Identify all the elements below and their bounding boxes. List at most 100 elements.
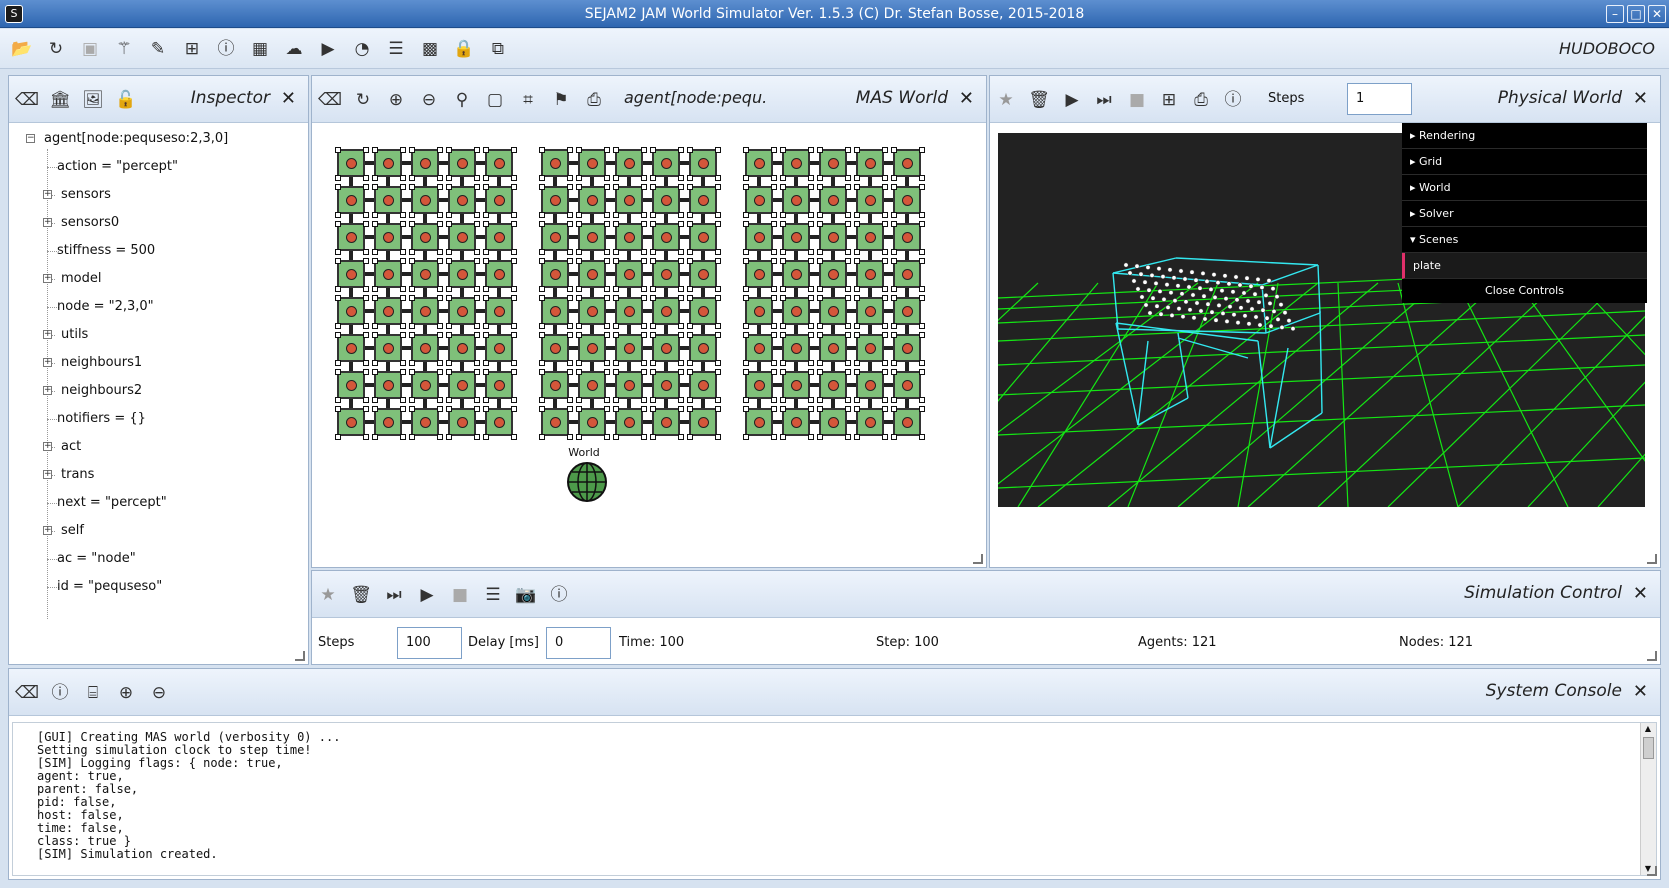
agent-node[interactable] xyxy=(539,147,573,181)
agent-node[interactable] xyxy=(743,184,777,218)
agent-node[interactable] xyxy=(743,369,777,403)
agent-node[interactable] xyxy=(687,147,721,181)
agent-node[interactable] xyxy=(780,221,814,255)
agent-node[interactable] xyxy=(650,406,684,440)
agent-node[interactable] xyxy=(372,295,406,329)
agent-node[interactable] xyxy=(613,369,647,403)
agent-node[interactable] xyxy=(335,406,369,440)
stop-icon[interactable]: ■ xyxy=(1125,88,1149,112)
agent-node[interactable] xyxy=(817,369,851,403)
agent-node[interactable] xyxy=(687,406,721,440)
agent-node[interactable] xyxy=(613,258,647,292)
expand-icon[interactable]: + xyxy=(43,442,52,451)
trash-icon[interactable]: 🗑 xyxy=(349,583,373,607)
cloud-icon[interactable]: ☁ xyxy=(281,37,307,61)
agent-node[interactable] xyxy=(650,184,684,218)
controls-folder[interactable]: ▸ Rendering xyxy=(1402,123,1647,149)
trash-icon[interactable]: 🗑 xyxy=(1027,88,1051,112)
play-icon[interactable]: ▶ xyxy=(415,583,439,607)
open-folder-icon[interactable]: 📂 xyxy=(9,37,35,61)
agent-node[interactable] xyxy=(483,147,517,181)
agent-node[interactable] xyxy=(372,221,406,255)
agent-node[interactable] xyxy=(891,369,925,403)
play-icon[interactable]: ▶ xyxy=(1060,88,1084,112)
resize-handle[interactable] xyxy=(973,554,983,564)
tree-root[interactable]: agent[node:pequseso:2,3,0] xyxy=(44,131,228,146)
agent-node[interactable] xyxy=(446,332,480,366)
world-globe-icon[interactable] xyxy=(566,461,608,503)
agent-node[interactable] xyxy=(576,258,610,292)
agent-node[interactable] xyxy=(409,147,443,181)
unlock-icon[interactable]: 🔓 xyxy=(114,88,138,112)
save-icon[interactable]: ▣ xyxy=(77,37,103,61)
agent-node[interactable] xyxy=(817,295,851,329)
magic-wand-icon[interactable]: ⚚ xyxy=(111,37,137,61)
agent-node[interactable] xyxy=(743,258,777,292)
pie-chart-icon[interactable]: ◔ xyxy=(349,37,375,61)
agent-node[interactable] xyxy=(446,147,480,181)
agent-node[interactable] xyxy=(409,295,443,329)
scroll-up-icon[interactable]: ▲ xyxy=(1643,725,1653,733)
agent-node[interactable] xyxy=(372,332,406,366)
scene-item-plate[interactable]: plate xyxy=(1402,253,1647,279)
tree-item[interactable]: neighbours1 xyxy=(61,355,142,370)
agent-node[interactable] xyxy=(409,332,443,366)
expand-icon[interactable]: + xyxy=(43,330,52,339)
agent-node[interactable] xyxy=(687,258,721,292)
agent-node[interactable] xyxy=(613,406,647,440)
star-icon[interactable]: ★ xyxy=(316,583,340,607)
star-icon[interactable]: ★ xyxy=(994,88,1018,112)
tree-item[interactable]: model xyxy=(61,271,101,286)
minimize-button[interactable]: – xyxy=(1606,5,1624,23)
reload-icon[interactable]: ↻ xyxy=(43,37,69,61)
agent-node[interactable] xyxy=(539,184,573,218)
tree-item[interactable]: self xyxy=(61,523,84,538)
agent-node[interactable] xyxy=(539,406,573,440)
sim-steps-input[interactable]: 100 xyxy=(397,627,462,659)
agent-node[interactable] xyxy=(372,369,406,403)
agent-node[interactable] xyxy=(780,184,814,218)
agent-node[interactable] xyxy=(743,295,777,329)
inspector-close-icon[interactable]: ✕ xyxy=(281,88,296,109)
eraser-icon[interactable]: ⌫ xyxy=(318,88,342,112)
agent-node[interactable] xyxy=(780,258,814,292)
agent-node[interactable] xyxy=(483,221,517,255)
simulation-control-close-icon[interactable]: ✕ xyxy=(1633,583,1648,604)
agent-node[interactable] xyxy=(743,147,777,181)
agent-node[interactable] xyxy=(743,332,777,366)
agent-node[interactable] xyxy=(335,147,369,181)
system-console-close-icon[interactable]: ✕ xyxy=(1633,681,1648,702)
agent-node[interactable] xyxy=(817,332,851,366)
tree-item[interactable]: node = "2,3,0" xyxy=(57,299,154,314)
agent-node[interactable] xyxy=(891,221,925,255)
refresh-icon[interactable]: ↻ xyxy=(351,88,375,112)
agent-node[interactable] xyxy=(539,369,573,403)
bank-icon[interactable]: 🏛 xyxy=(48,88,72,112)
agent-node[interactable] xyxy=(817,184,851,218)
agent-node[interactable] xyxy=(483,332,517,366)
agent-node[interactable] xyxy=(780,369,814,403)
info-icon[interactable]: ⓘ xyxy=(1221,88,1245,112)
controls-folder[interactable]: ▸ World xyxy=(1402,175,1647,201)
agent-node[interactable] xyxy=(576,147,610,181)
agent-node[interactable] xyxy=(576,221,610,255)
edit-icon[interactable]: ✎ xyxy=(145,37,171,61)
agent-node[interactable] xyxy=(409,221,443,255)
play-icon[interactable]: ▶ xyxy=(315,37,341,61)
inbox-icon[interactable]: ⌸ xyxy=(81,681,105,705)
resize-handle[interactable] xyxy=(295,651,305,661)
agent-node[interactable] xyxy=(335,295,369,329)
agent-node[interactable] xyxy=(854,147,888,181)
step-forward-icon[interactable]: ⏭ xyxy=(1092,88,1116,112)
tree-item[interactable]: action = "percept" xyxy=(57,159,178,174)
info-icon[interactable]: ⓘ xyxy=(547,583,571,607)
agent-node[interactable] xyxy=(576,295,610,329)
agent-node[interactable] xyxy=(409,369,443,403)
agent-node[interactable] xyxy=(372,406,406,440)
agent-node[interactable] xyxy=(539,221,573,255)
camera-icon[interactable]: 📷 xyxy=(514,583,538,607)
agent-node[interactable] xyxy=(576,184,610,218)
grid-icon[interactable]: ▩ xyxy=(417,37,443,61)
agent-node[interactable] xyxy=(576,406,610,440)
agent-node[interactable] xyxy=(854,221,888,255)
